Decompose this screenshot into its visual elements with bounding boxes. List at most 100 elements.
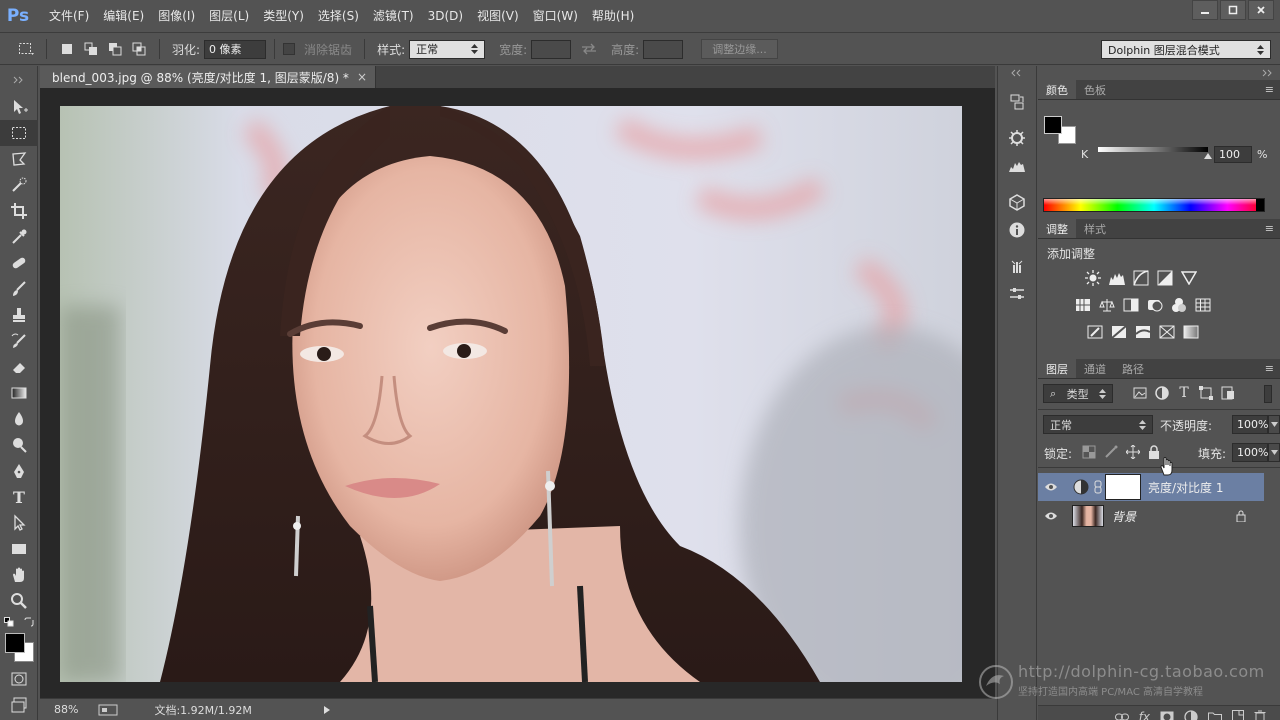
histogram-panel-button[interactable] <box>998 152 1036 180</box>
vibrance-adjust-button[interactable] <box>1178 269 1200 287</box>
properties-panel-button[interactable] <box>998 280 1036 308</box>
dodge-tool[interactable] <box>0 432 38 458</box>
history-brush-tool[interactable] <box>0 328 38 354</box>
portrait-photo[interactable] <box>60 106 962 682</box>
menu-item-9[interactable]: 窗口(W) <box>526 0 585 33</box>
layer-name[interactable]: 背景 <box>1112 508 1136 525</box>
fill-dropdown[interactable] <box>1268 443 1280 462</box>
tab-layers[interactable]: 图层 <box>1038 359 1076 378</box>
add-mask-icon[interactable] <box>1160 711 1174 720</box>
channel-value-input[interactable]: 100 <box>1214 146 1252 163</box>
channel-mixer-button[interactable] <box>1168 296 1190 314</box>
menu-item-3[interactable]: 图层(L) <box>202 0 256 33</box>
panel-menu-icon[interactable]: ≡ <box>1265 222 1274 235</box>
opacity-input[interactable]: 100% <box>1232 415 1268 434</box>
dock-expand[interactable] <box>1038 66 1280 80</box>
brightness-adjust-button[interactable] <box>1082 269 1104 287</box>
rect-marquee-tool[interactable] <box>0 120 38 146</box>
tab-channels[interactable]: 通道 <box>1076 359 1114 378</box>
photo-filter-button[interactable] <box>1144 296 1166 314</box>
layer-visibility-toggle[interactable] <box>1038 482 1064 492</box>
close-window-button[interactable] <box>1248 0 1274 20</box>
link-layers-icon[interactable] <box>1114 712 1129 720</box>
color-lookup-button[interactable] <box>1192 296 1214 314</box>
minimize-button[interactable] <box>1192 0 1218 20</box>
proof-icon[interactable] <box>98 704 118 716</box>
lock-transparency-icon[interactable] <box>1082 445 1096 459</box>
curves-adjust-button[interactable] <box>1130 269 1152 287</box>
posterize-button[interactable] <box>1108 323 1130 341</box>
refine-edge-button[interactable]: 调整边缘... <box>701 39 778 59</box>
width-input[interactable] <box>531 39 572 59</box>
gradient-map-button[interactable] <box>1180 323 1202 341</box>
smart-object-filter-icon[interactable] <box>1220 385 1236 401</box>
color-balance-button[interactable] <box>1096 296 1118 314</box>
menu-item-2[interactable]: 图像(I) <box>151 0 202 33</box>
color-ramp[interactable] <box>1043 198 1265 212</box>
path-selection-tool[interactable] <box>0 510 38 536</box>
layer-style-icon[interactable]: fx <box>1139 710 1150 720</box>
close-tab-icon[interactable]: × <box>357 70 367 84</box>
menu-item-0[interactable]: 文件(F) <box>42 0 96 33</box>
move-tool[interactable] <box>0 94 38 120</box>
history-panel-button[interactable] <box>998 88 1036 116</box>
intersect-selection-button[interactable] <box>129 39 149 59</box>
gradient-tool[interactable] <box>0 380 38 406</box>
shape-filter-icon[interactable] <box>1198 385 1214 401</box>
tab-paths[interactable]: 路径 <box>1114 359 1152 378</box>
chain-link-icon[interactable] <box>1094 480 1102 494</box>
dock-collapse[interactable] <box>998 66 1036 80</box>
foreground-color-swatch[interactable] <box>5 633 25 653</box>
3d-panel-button[interactable] <box>998 188 1036 216</box>
lock-pixels-icon[interactable] <box>1104 445 1118 459</box>
marquee-preset-picker[interactable] <box>16 39 36 59</box>
threshold-button[interactable] <box>1132 323 1154 341</box>
type-tool[interactable]: T <box>0 484 38 510</box>
lasso-tool[interactable] <box>0 146 38 172</box>
eyedropper-tool[interactable] <box>0 224 38 250</box>
triangle-right-icon[interactable] <box>322 705 332 715</box>
rectangle-tool[interactable] <box>0 536 38 562</box>
exposure-adjust-button[interactable] <box>1154 269 1176 287</box>
fg-color-chip[interactable] <box>1044 116 1062 134</box>
slider-thumb-icon[interactable] <box>1204 153 1212 159</box>
clone-stamp-tool[interactable] <box>0 302 38 328</box>
layer-mask-thumb[interactable] <box>1105 474 1141 500</box>
hand-tool[interactable] <box>0 562 38 588</box>
document-tab[interactable]: blend_003.jpg @ 88% (亮度/对比度 1, 图层蒙版/8) *… <box>40 66 376 88</box>
tool-presets-button[interactable] <box>998 252 1036 280</box>
layer-row-background[interactable]: 背景 <box>1038 502 1264 530</box>
height-input[interactable] <box>643 39 684 59</box>
levels-adjust-button[interactable] <box>1106 269 1128 287</box>
screen-mode-button[interactable] <box>0 692 38 718</box>
hue-sat-adjust-button[interactable] <box>1072 296 1094 314</box>
eraser-tool[interactable] <box>0 354 38 380</box>
trash-icon[interactable] <box>1254 710 1266 720</box>
new-layer-icon[interactable] <box>1232 709 1244 720</box>
maximize-button[interactable] <box>1220 0 1246 20</box>
background-layer-thumb[interactable] <box>1072 505 1104 527</box>
tab-color[interactable]: 颜色 <box>1038 80 1076 99</box>
subtract-selection-button[interactable] <box>105 39 125 59</box>
adjustment-layer-thumb[interactable] <box>1070 476 1092 498</box>
new-group-icon[interactable] <box>1208 711 1222 720</box>
menu-item-1[interactable]: 编辑(E) <box>96 0 151 33</box>
invert-button[interactable] <box>1084 323 1106 341</box>
document-canvas[interactable] <box>60 106 962 682</box>
swap-dimensions-button[interactable] <box>579 39 599 59</box>
filter-toggle[interactable] <box>1264 385 1272 403</box>
blend-mode-select[interactable]: 正常 <box>1043 415 1153 434</box>
swap-colors-icon[interactable] <box>24 617 34 627</box>
tab-adjustments[interactable]: 调整 <box>1038 219 1076 238</box>
opacity-dropdown[interactable] <box>1268 415 1280 434</box>
black-white-button[interactable] <box>1120 296 1142 314</box>
pen-tool[interactable] <box>0 458 38 484</box>
crop-tool[interactable] <box>0 198 38 224</box>
add-selection-button[interactable] <box>81 39 101 59</box>
toolbar-collapse[interactable] <box>0 66 37 94</box>
workspace-select[interactable]: Dolphin 图层混合模式 <box>1101 40 1271 59</box>
lock-all-icon[interactable] <box>1148 445 1160 459</box>
default-colors-icon[interactable] <box>4 617 14 627</box>
healing-brush-tool[interactable] <box>0 250 38 276</box>
menu-item-7[interactable]: 3D(D) <box>421 0 470 33</box>
